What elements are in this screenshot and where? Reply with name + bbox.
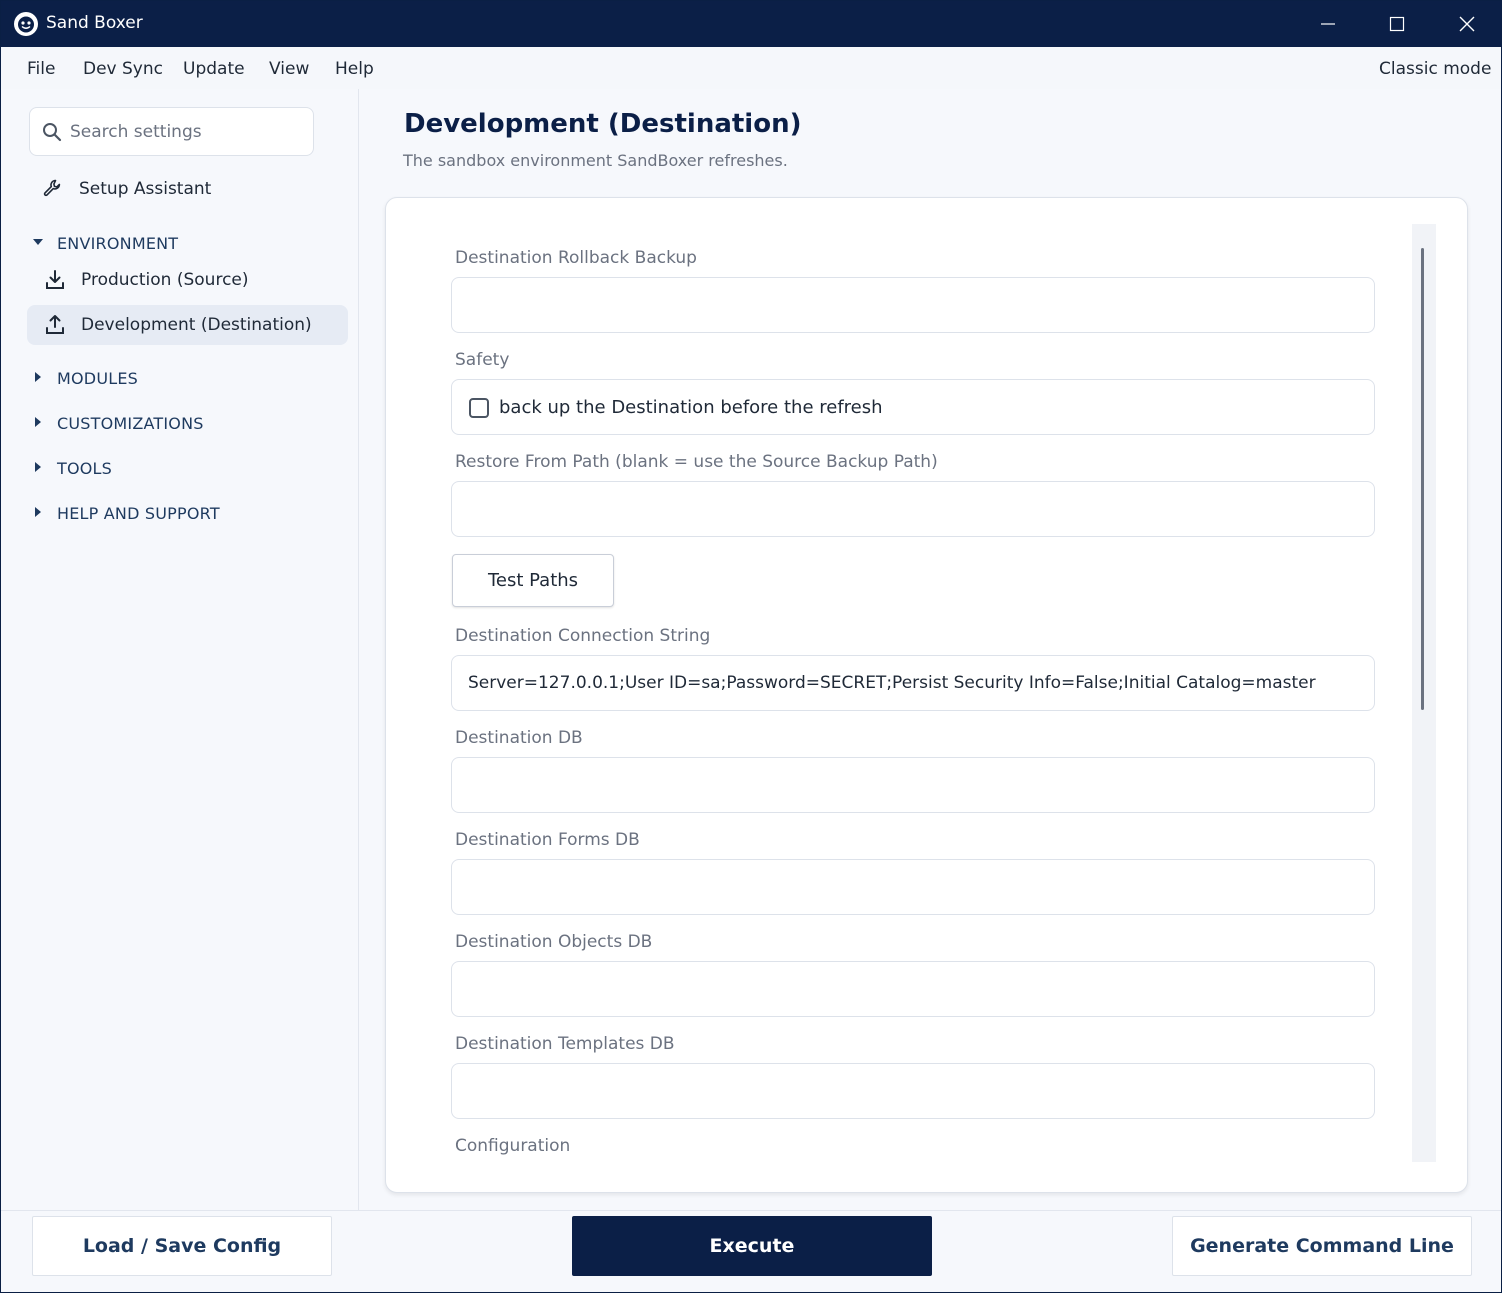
section-label: TOOLS	[57, 459, 113, 478]
sidebar-item-label: Development (Destination)	[81, 315, 312, 335]
menu-dev-sync[interactable]: Dev Sync	[83, 59, 163, 79]
menu-file[interactable]: File	[27, 59, 55, 79]
generate-command-line-button[interactable]: Generate Command Line	[1172, 1216, 1472, 1276]
search-box[interactable]	[29, 107, 314, 156]
safety-label: Safety	[455, 350, 510, 370]
connection-string-label: Destination Connection String	[455, 626, 711, 646]
app-window: Sand Boxer File Dev Sync Update View Hel…	[0, 0, 1502, 1293]
scrollbar-track[interactable]	[1412, 224, 1436, 1162]
restore-path-input[interactable]	[451, 481, 1375, 537]
load-save-config-button[interactable]: Load / Save Config	[32, 1216, 332, 1276]
backup-checkbox[interactable]	[469, 398, 489, 418]
objects-db-input[interactable]	[451, 961, 1375, 1017]
destination-db-input[interactable]	[451, 757, 1375, 813]
templates-db-label: Destination Templates DB	[455, 1034, 675, 1054]
menu-bar: File Dev Sync Update View Help Classic m…	[1, 47, 1501, 89]
forms-db-label: Destination Forms DB	[455, 830, 640, 850]
wrench-icon	[41, 177, 65, 201]
sidebar-item-production-source[interactable]: Production (Source)	[43, 268, 249, 292]
page-subtitle: The sandbox environment SandBoxer refres…	[403, 151, 788, 170]
search-input[interactable]	[70, 117, 305, 147]
configuration-label: Configuration	[455, 1136, 571, 1156]
scrollbar-thumb[interactable]	[1421, 248, 1424, 710]
section-customizations[interactable]: CUSTOMIZATIONS	[31, 414, 204, 433]
section-environment[interactable]: ENVIRONMENT	[31, 234, 178, 253]
footer-bar: Load / Save Config Execute Generate Comm…	[1, 1210, 1501, 1292]
destination-db-label: Destination DB	[455, 728, 583, 748]
maximize-icon[interactable]	[1362, 1, 1432, 47]
title-bar[interactable]: Sand Boxer	[1, 1, 1501, 47]
classic-mode-link[interactable]: Classic mode	[1379, 59, 1491, 79]
section-label: CUSTOMIZATIONS	[57, 414, 204, 433]
app-logo-icon	[14, 12, 38, 36]
restore-path-label: Restore From Path (blank = use the Sourc…	[455, 452, 938, 472]
chevron-down-icon	[31, 234, 45, 253]
menu-view[interactable]: View	[269, 59, 309, 79]
settings-card: Destination Rollback Backup Safety back …	[385, 197, 1468, 1193]
test-paths-button[interactable]: Test Paths	[452, 554, 614, 607]
upload-icon	[43, 313, 67, 337]
templates-db-input[interactable]	[451, 1063, 1375, 1119]
forms-db-input[interactable]	[451, 859, 1375, 915]
section-help-and-support[interactable]: HELP AND SUPPORT	[31, 504, 220, 523]
menu-help[interactable]: Help	[335, 59, 374, 79]
sidebar-item-setup-assistant[interactable]: Setup Assistant	[41, 177, 211, 201]
sidebar-item-label: Production (Source)	[81, 270, 249, 290]
objects-db-label: Destination Objects DB	[455, 932, 653, 952]
download-icon	[43, 268, 67, 292]
chevron-right-icon	[31, 459, 45, 478]
section-label: HELP AND SUPPORT	[57, 504, 220, 523]
sidebar-item-label: Setup Assistant	[79, 179, 212, 199]
chevron-right-icon	[31, 504, 45, 523]
menu-update[interactable]: Update	[183, 59, 245, 79]
chevron-right-icon	[31, 414, 45, 433]
sidebar-item-development-destination[interactable]: Development (Destination)	[43, 313, 312, 337]
minimize-icon[interactable]	[1293, 1, 1363, 47]
sidebar: Setup Assistant ENVIRONMENT Production (…	[1, 89, 359, 1210]
section-modules[interactable]: MODULES	[31, 369, 138, 388]
backup-checkbox-label: back up the Destination before the refre…	[499, 397, 883, 418]
section-label: ENVIRONMENT	[57, 234, 179, 253]
search-icon	[43, 123, 62, 142]
page-title: Development (Destination)	[404, 109, 802, 139]
close-icon[interactable]	[1432, 1, 1501, 47]
execute-button[interactable]: Execute	[572, 1216, 932, 1276]
section-tools[interactable]: TOOLS	[31, 459, 112, 478]
connection-string-input[interactable]	[451, 655, 1375, 711]
rollback-backup-input[interactable]	[451, 277, 1375, 333]
window-title: Sand Boxer	[46, 13, 143, 33]
rollback-backup-label: Destination Rollback Backup	[455, 248, 697, 268]
section-label: MODULES	[57, 369, 139, 388]
chevron-right-icon	[31, 369, 45, 388]
safety-checkbox-row[interactable]: back up the Destination before the refre…	[451, 379, 1375, 435]
